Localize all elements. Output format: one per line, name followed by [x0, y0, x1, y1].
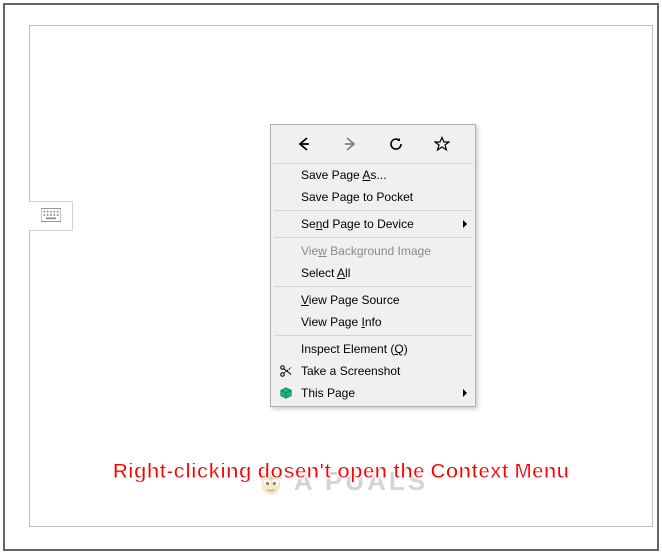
separator	[274, 210, 472, 211]
menu-label: Save Page As...	[301, 168, 386, 182]
chevron-right-icon	[463, 220, 467, 228]
back-button[interactable]	[288, 133, 320, 157]
menu-label: Take a Screenshot	[301, 364, 400, 378]
context-menu: Save Page As... Save Page to Pocket Send…	[270, 124, 476, 407]
keyboard-widget[interactable]	[29, 201, 73, 231]
outer-frame: Save Page As... Save Page to Pocket Send…	[3, 3, 659, 551]
nav-row	[273, 127, 473, 164]
menu-view-bg-image: View Background Image	[273, 240, 473, 262]
scissors-icon	[277, 362, 295, 380]
menu-label: Save Page to Pocket	[301, 190, 413, 204]
menu-save-page-as[interactable]: Save Page As...	[273, 164, 473, 186]
arrow-left-icon	[296, 136, 312, 155]
menu-save-to-pocket[interactable]: Save Page to Pocket	[273, 186, 473, 208]
reload-icon	[388, 136, 404, 155]
chevron-right-icon	[463, 389, 467, 397]
menu-send-to-device[interactable]: Send Page to Device	[273, 213, 473, 235]
menu-view-info[interactable]: View Page Info	[273, 311, 473, 333]
bookmark-button[interactable]	[426, 133, 458, 157]
arrow-right-icon	[342, 136, 358, 155]
menu-label: View Page Source	[301, 293, 400, 307]
menu-this-page[interactable]: This Page	[273, 382, 473, 404]
menu-inspect-element[interactable]: Inspect Element (Q)	[273, 338, 473, 360]
menu-label: This Page	[301, 386, 355, 400]
separator	[274, 286, 472, 287]
reload-button[interactable]	[380, 133, 412, 157]
menu-label: View Background Image	[301, 244, 431, 258]
browser-page-area: Save Page As... Save Page to Pocket Send…	[29, 25, 653, 527]
keyboard-icon	[41, 208, 61, 225]
menu-label: Send Page to Device	[301, 217, 414, 231]
caption-text: Right-clicking dosen't open the Context …	[113, 460, 570, 484]
menu-label: Inspect Element (Q)	[301, 342, 408, 356]
cube-icon	[277, 384, 295, 402]
separator	[274, 237, 472, 238]
menu-take-screenshot[interactable]: Take a Screenshot	[273, 360, 473, 382]
menu-label: View Page Info	[301, 315, 382, 329]
separator	[274, 335, 472, 336]
forward-button[interactable]	[334, 133, 366, 157]
star-icon	[434, 136, 450, 155]
menu-label: Select All	[301, 266, 350, 280]
menu-view-source[interactable]: View Page Source	[273, 289, 473, 311]
menu-select-all[interactable]: Select All	[273, 262, 473, 284]
